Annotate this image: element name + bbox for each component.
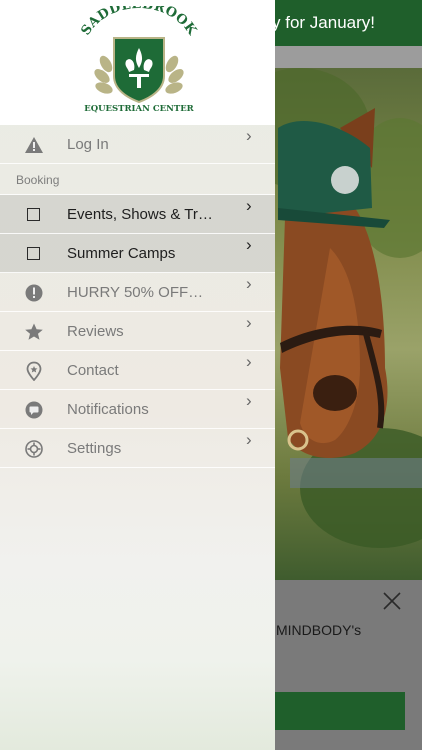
chevron-right-icon: › — [246, 391, 252, 410]
side-drawer: SADDLEBROOK EQUESTRIAN CENTER Log In › B… — [0, 0, 275, 750]
warning-icon — [25, 137, 43, 153]
star-icon — [25, 323, 43, 340]
menu-item-label: Notifications — [67, 401, 149, 418]
section-label: Booking — [16, 173, 60, 187]
promo-text: MINDBODY's — [276, 622, 362, 638]
section-header-booking: Booking — [0, 164, 275, 195]
drawer-menu: Log In › Booking Events, Shows & Tr… › S… — [0, 125, 275, 468]
chevron-right-icon: › — [246, 235, 252, 254]
logo-top-text: SADDLEBROOK — [78, 6, 199, 38]
chevron-right-icon: › — [246, 313, 252, 332]
svg-text:SADDLEBROOK: SADDLEBROOK — [78, 6, 199, 38]
menu-item-events[interactable]: Events, Shows & Tr… › — [0, 195, 275, 234]
menu-item-label: Settings — [67, 440, 122, 457]
menu-item-label: Log In — [67, 136, 109, 153]
menu-item-summer-camps[interactable]: Summer Camps › — [0, 234, 275, 273]
logo-bottom-text: EQUESTRIAN CENTER — [84, 104, 194, 114]
chevron-right-icon: › — [246, 274, 252, 293]
chevron-right-icon: › — [246, 352, 252, 371]
gear-icon — [25, 440, 43, 458]
menu-item-label: Reviews — [67, 323, 124, 340]
alert-circle-icon — [25, 284, 43, 302]
menu-item-promo[interactable]: HURRY 50% OFF… › — [0, 273, 275, 312]
menu-item-notifications[interactable]: Notifications › — [0, 390, 275, 429]
chat-bubble-icon — [25, 401, 43, 419]
menu-item-label: Contact — [67, 362, 119, 379]
menu-item-label: HURRY 50% OFF… — [67, 284, 204, 301]
menu-item-settings[interactable]: Settings › — [0, 429, 275, 468]
menu-item-contact[interactable]: Contact › — [0, 351, 275, 390]
close-icon[interactable] — [380, 590, 404, 614]
chevron-right-icon: › — [246, 126, 252, 145]
menu-item-reviews[interactable]: Reviews › — [0, 312, 275, 351]
chevron-right-icon: › — [246, 196, 252, 215]
menu-item-label: Summer Camps — [67, 245, 176, 262]
fleur-de-lis-shield-logo: SADDLEBROOK EQUESTRIAN CENTER — [78, 6, 199, 114]
menu-item-login[interactable]: Log In › — [0, 125, 275, 164]
location-pin-icon — [26, 361, 42, 381]
chevron-right-icon: › — [246, 430, 252, 449]
menu-item-label: Events, Shows & Tr… — [67, 206, 213, 223]
checkbox-icon — [27, 208, 40, 221]
checkbox-icon — [27, 247, 40, 260]
banner-text: y for January! — [272, 13, 375, 32]
drawer-header: SADDLEBROOK EQUESTRIAN CENTER — [0, 0, 275, 125]
